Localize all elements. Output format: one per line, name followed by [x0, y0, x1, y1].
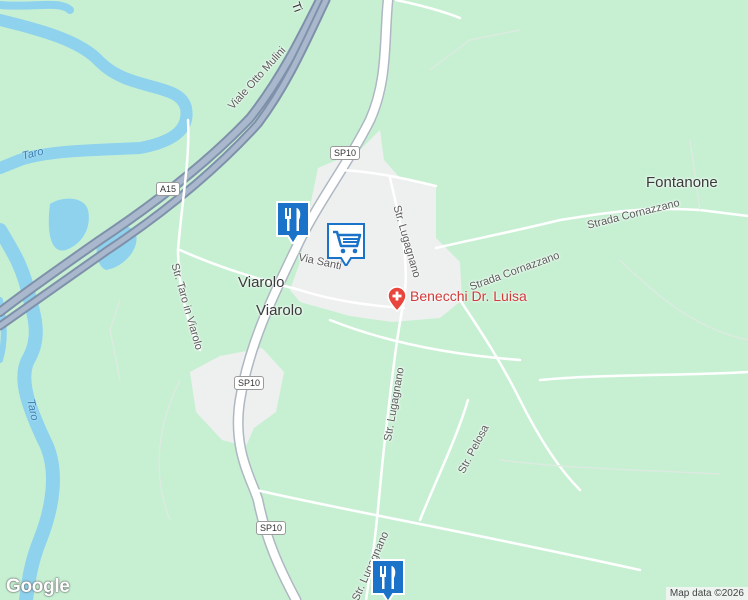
route-shield-sp10-north: SP10	[330, 146, 361, 160]
map-base-layer	[0, 0, 748, 600]
route-shield-sp10-south: SP10	[256, 521, 287, 535]
route-shield-sp10-mid: SP10	[234, 376, 265, 390]
restaurant-marker-1[interactable]	[275, 200, 311, 246]
route-shield-a15: A15	[156, 182, 181, 196]
restaurant-icon-2	[371, 559, 405, 600]
google-logo[interactable]: Google	[6, 576, 70, 598]
restaurant-icon	[276, 201, 310, 246]
map-attribution[interactable]: Map data ©2026	[665, 587, 748, 600]
shop-marker[interactable]	[326, 222, 365, 268]
place-label-viarolo-2: Viarolo	[256, 302, 303, 319]
doctor-label[interactable]: Benecchi Dr. Luisa	[410, 288, 527, 304]
map-canvas[interactable]: Fontanone Viarolo Viarolo Viale Otto Mul…	[0, 0, 748, 600]
medical-cross-icon	[387, 286, 407, 312]
place-label-viarolo: Viarolo	[238, 274, 285, 291]
restaurant-marker-2[interactable]	[370, 558, 406, 600]
place-label-fontanone: Fontanone	[646, 174, 718, 191]
shopping-cart-icon	[327, 223, 365, 268]
